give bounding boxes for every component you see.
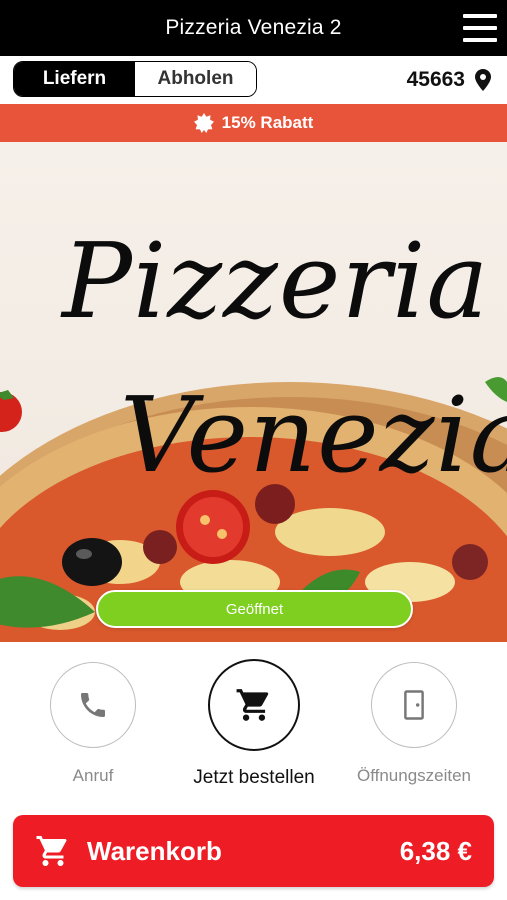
call-label: Anruf [72, 766, 114, 785]
hero-banner: Pizzeria Venezia [0, 142, 507, 642]
opening-hours-label: Öffnungszeiten [356, 766, 472, 785]
delivery-option[interactable]: Liefern [14, 62, 135, 96]
location-pin-icon [475, 69, 491, 91]
cart-button[interactable]: Warenkorb 6,38 € [13, 815, 494, 887]
cart-label: Warenkorb [87, 835, 222, 866]
call-action[interactable]: Anruf [8, 662, 178, 786]
opening-hours-action[interactable]: Öffnungszeiten [329, 662, 499, 786]
logo-line-2: Venezia [120, 374, 507, 496]
pickup-option[interactable]: Abholen [135, 62, 256, 96]
postcode-value: 45663 [406, 68, 465, 91]
shopping-cart-icon [36, 836, 67, 866]
shopping-cart-icon [236, 689, 269, 721]
quick-actions: Anruf Jetzt bestellen Öffnungszeiten [0, 642, 507, 802]
hamburger-menu-icon[interactable] [463, 14, 497, 42]
order-now-label: Jetzt bestellen [193, 767, 315, 788]
order-mode-toggle: Liefern Abholen [13, 61, 257, 97]
app-title: Pizzeria Venezia 2 [165, 16, 342, 39]
door-icon [404, 690, 424, 720]
order-now-button[interactable] [208, 659, 300, 751]
order-mode-bar: Liefern Abholen 45663 [0, 56, 507, 104]
cart-total: 6,38 € [399, 835, 472, 866]
opening-hours-button[interactable] [371, 662, 457, 748]
app-header: Pizzeria Venezia 2 [0, 0, 507, 56]
postcode-selector[interactable]: 45663 [407, 66, 491, 94]
phone-icon [81, 693, 105, 717]
logo-line-1: Pizzeria [62, 220, 490, 342]
call-button[interactable] [50, 662, 136, 748]
order-now-action[interactable]: Jetzt bestellen [169, 659, 339, 789]
discount-text: 15% Rabatt [221, 113, 314, 132]
discount-banner[interactable]: 15% Rabatt [0, 104, 507, 142]
badge-icon [193, 113, 214, 133]
open-status-badge: Geöffnet [96, 590, 413, 628]
